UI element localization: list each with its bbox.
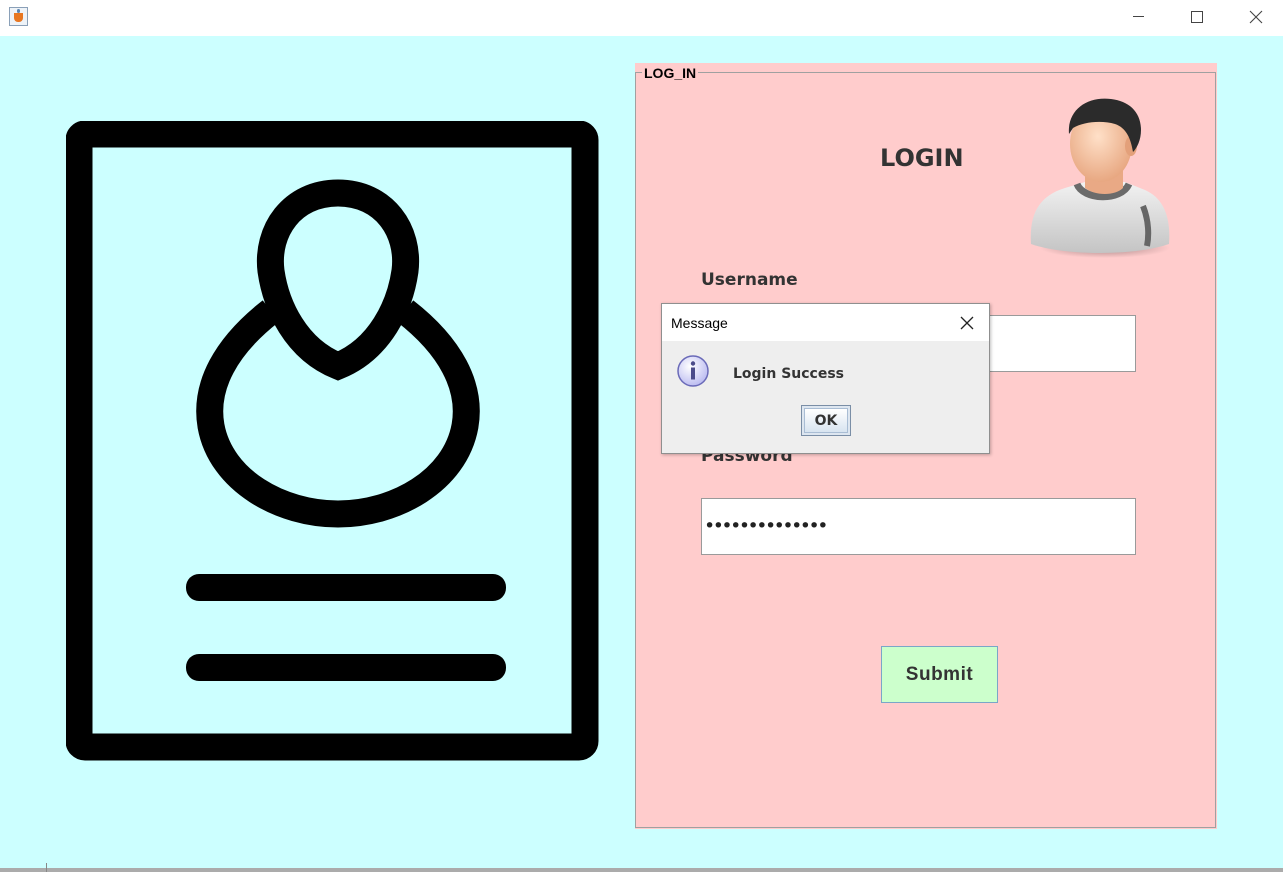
status-bar xyxy=(0,868,1283,872)
status-fragment xyxy=(0,863,47,872)
dialog-title: Message xyxy=(671,315,728,331)
minimize-icon xyxy=(1133,16,1144,17)
minimize-button[interactable] xyxy=(1115,0,1161,35)
close-icon[interactable] xyxy=(959,315,975,331)
username-label: Username xyxy=(701,270,798,290)
user-avatar-icon xyxy=(1030,98,1170,258)
id-card-person-icon xyxy=(66,121,599,761)
ok-button[interactable]: OK xyxy=(801,405,851,436)
dialog-message: Login Success xyxy=(733,366,845,382)
maximize-icon xyxy=(1191,11,1203,23)
close-window-button[interactable] xyxy=(1233,0,1279,35)
window-titlebar xyxy=(0,0,1283,35)
close-icon xyxy=(1249,10,1263,24)
panel-legend: LOG_IN xyxy=(642,65,699,81)
password-value: •••••••••••••• xyxy=(704,515,828,537)
submit-button[interactable]: Submit xyxy=(881,646,998,703)
java-cup-icon[interactable] xyxy=(9,7,28,26)
message-dialog: Message Login Success OK xyxy=(661,303,990,454)
info-icon xyxy=(677,355,709,387)
ok-button-label: OK xyxy=(804,408,848,433)
maximize-button[interactable] xyxy=(1174,0,1220,35)
password-field[interactable]: •••••••••••••• xyxy=(701,498,1136,555)
login-title: LOGIN xyxy=(880,144,964,172)
dialog-titlebar: Message xyxy=(662,304,989,341)
